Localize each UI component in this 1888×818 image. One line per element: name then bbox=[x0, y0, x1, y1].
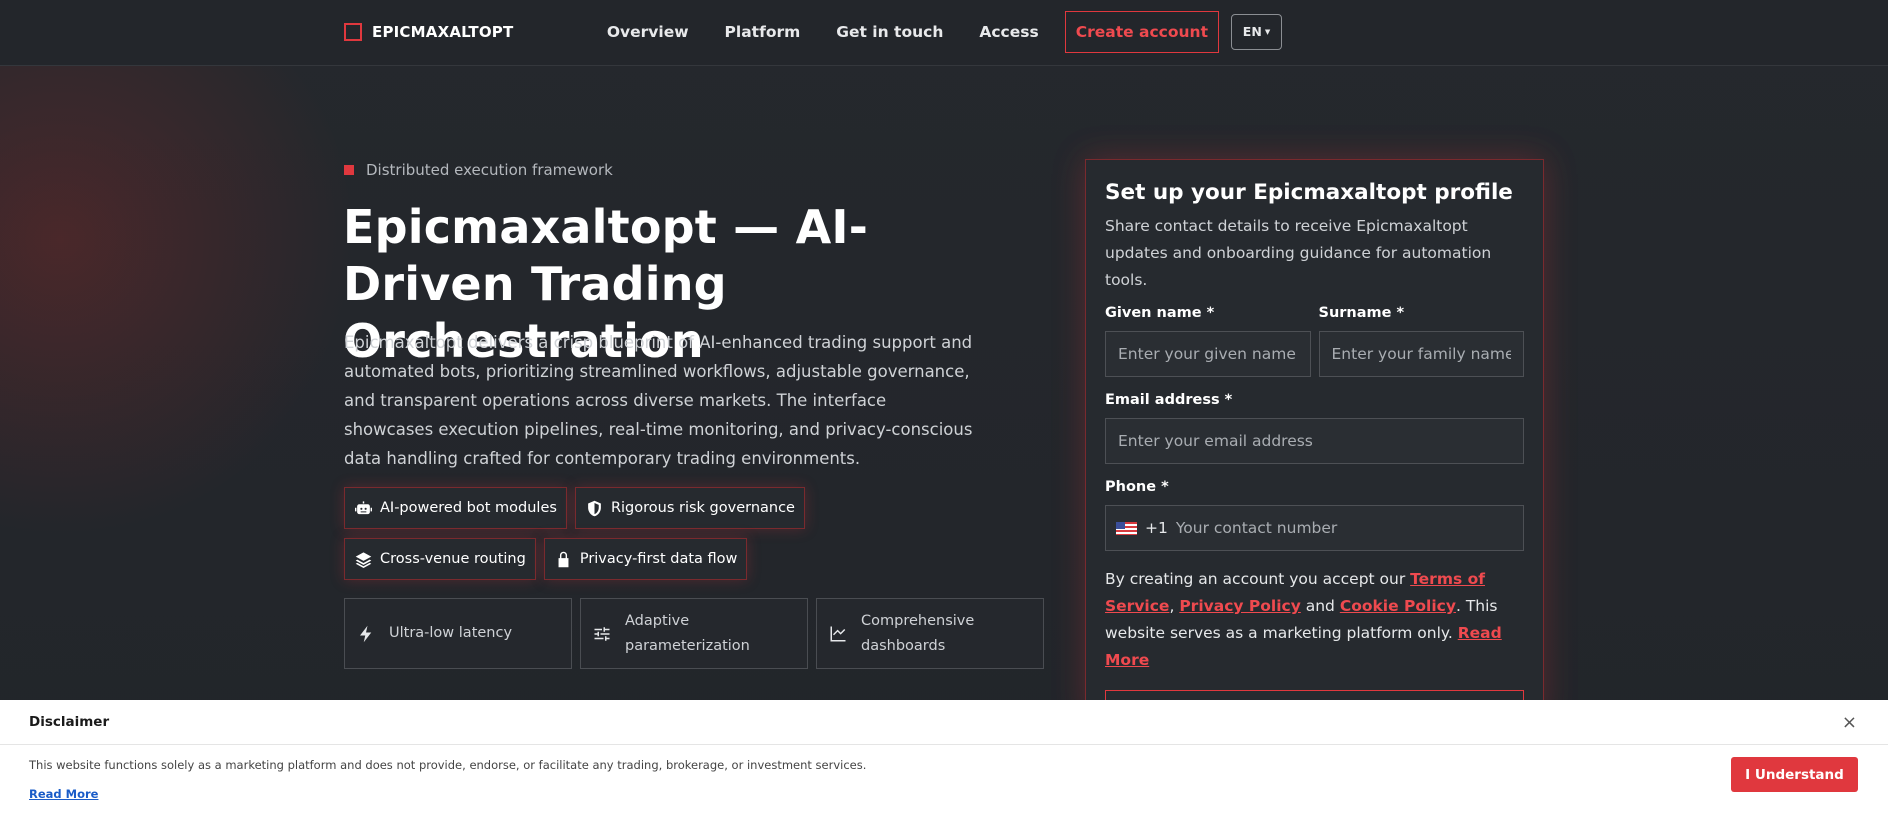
us-flag-icon[interactable] bbox=[1116, 521, 1137, 535]
phone-label: Phone * bbox=[1105, 479, 1169, 495]
given-name-label: Given name * bbox=[1105, 305, 1215, 321]
phone-field: +1 bbox=[1105, 505, 1524, 551]
email-input[interactable] bbox=[1105, 418, 1524, 464]
terms-prefix: By creating an account you accept our bbox=[1105, 570, 1411, 588]
feature-chips: AI-powered bot modules Rigorous risk gov… bbox=[344, 487, 984, 580]
chip-label: Cross-venue routing bbox=[380, 551, 526, 567]
given-name-group: Given name * bbox=[1105, 303, 1311, 377]
name-row: Given name * Surname * bbox=[1105, 303, 1524, 377]
terms-comma: , bbox=[1169, 597, 1175, 615]
eyebrow-text: Distributed execution framework bbox=[366, 161, 613, 179]
lock-icon bbox=[558, 551, 569, 567]
nav-link-overview[interactable]: Overview bbox=[589, 10, 707, 54]
shield-icon bbox=[588, 500, 601, 516]
disclaimer-read-more-link[interactable]: Read More bbox=[29, 787, 98, 801]
feature-cards: Ultra-low latency Adaptive parameterizat… bbox=[344, 598, 1044, 669]
caret-down-icon: ▼ bbox=[1264, 28, 1271, 36]
feature-card-dashboards: Comprehensive dashboards bbox=[816, 598, 1044, 669]
nav-links: Overview Platform Get in touch Access Cr… bbox=[589, 10, 1282, 54]
feature-label: Adaptive parameterization bbox=[625, 612, 750, 654]
hero-eyebrow: Distributed execution framework bbox=[344, 161, 613, 179]
given-name-input[interactable] bbox=[1105, 331, 1311, 377]
chip-label: AI-powered bot modules bbox=[380, 500, 557, 516]
disclaimer-banner: Disclaimer × This website functions sole… bbox=[0, 700, 1888, 818]
bolt-icon bbox=[360, 625, 372, 642]
i-understand-button[interactable]: I Understand bbox=[1731, 757, 1858, 792]
nav-link-access[interactable]: Access bbox=[961, 10, 1056, 54]
chip-label: Privacy-first data flow bbox=[579, 551, 738, 567]
robot-icon bbox=[355, 500, 372, 514]
chip-label: Rigorous risk governance bbox=[610, 500, 795, 516]
disclaimer-header: Disclaimer × bbox=[0, 700, 1888, 745]
chip-cross-venue-routing: Cross-venue routing bbox=[344, 538, 536, 580]
phone-group: Phone * +1 bbox=[1105, 477, 1524, 551]
chip-ai-bot-modules: AI-powered bot modules bbox=[344, 487, 567, 529]
top-navbar: EPICMAXALTOPT Overview Platform Get in t… bbox=[0, 0, 1888, 66]
signup-form: Set up your Epicmaxaltopt profile Share … bbox=[1085, 159, 1544, 743]
terms-and: and bbox=[1300, 597, 1340, 615]
surname-label: Surname * bbox=[1318, 305, 1405, 321]
nav-link-platform[interactable]: Platform bbox=[707, 10, 819, 54]
chip-privacy-first: Privacy-first data flow bbox=[543, 538, 748, 580]
feature-card-latency: Ultra-low latency bbox=[344, 598, 572, 669]
surname-input[interactable] bbox=[1318, 331, 1524, 377]
feature-label: Comprehensive dashboards bbox=[861, 612, 975, 654]
privacy-policy-link[interactable]: Privacy Policy bbox=[1179, 597, 1301, 615]
cookie-policy-link[interactable]: Cookie Policy bbox=[1340, 597, 1456, 615]
dial-code[interactable]: +1 bbox=[1145, 519, 1168, 537]
disclaimer-text: This website functions solely as a marke… bbox=[29, 758, 867, 772]
feature-label: Ultra-low latency bbox=[389, 625, 513, 641]
create-account-button[interactable]: Create account bbox=[1064, 11, 1219, 53]
phone-input[interactable] bbox=[1175, 506, 1513, 550]
form-subtitle: Share contact details to receive Epicmax… bbox=[1105, 217, 1492, 289]
brand-logo[interactable]: EPICMAXALTOPT bbox=[344, 23, 513, 41]
disclaimer-title: Disclaimer bbox=[29, 714, 110, 730]
language-selector[interactable]: EN ▼ bbox=[1231, 14, 1282, 50]
chip-risk-governance: Rigorous risk governance bbox=[574, 487, 805, 529]
eyebrow-square-icon bbox=[344, 165, 354, 175]
close-icon[interactable]: × bbox=[1842, 712, 1857, 733]
hero-description: Epicmaxaltopt delivers a crisp blueprint… bbox=[344, 333, 973, 468]
brand-square-icon bbox=[344, 23, 362, 41]
chart-line-icon bbox=[830, 626, 846, 641]
language-code: EN bbox=[1242, 24, 1262, 39]
surname-group: Surname * bbox=[1318, 303, 1524, 377]
email-group: Email address * bbox=[1105, 390, 1524, 464]
form-title: Set up your Epicmaxaltopt profile bbox=[1105, 180, 1513, 205]
terms-text: By creating an account you accept our Te… bbox=[1105, 566, 1524, 674]
feature-card-parameterization: Adaptive parameterization bbox=[580, 598, 808, 669]
email-label: Email address * bbox=[1105, 392, 1233, 408]
layers-icon bbox=[355, 551, 372, 568]
nav-link-get-in-touch[interactable]: Get in touch bbox=[818, 10, 961, 54]
brand-name: EPICMAXALTOPT bbox=[372, 23, 514, 41]
sliders-icon bbox=[594, 626, 610, 641]
